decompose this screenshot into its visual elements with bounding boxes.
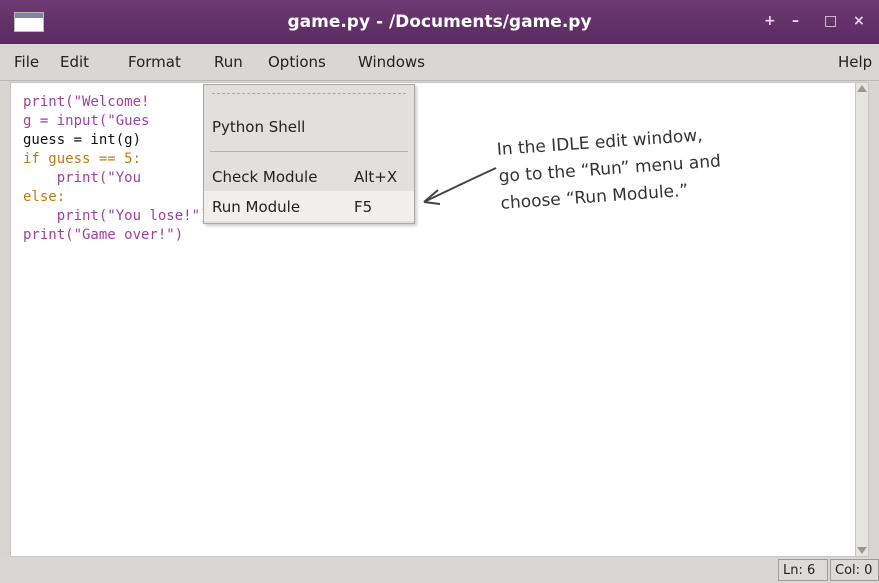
minimize-button[interactable]: – — [792, 13, 799, 29]
idle-editor-window: game.py - /Documents/game.py + – □ × Fil… — [0, 0, 879, 583]
code-line: print("You lose!") — [23, 208, 209, 224]
code-line: g = input("Gues — [23, 113, 150, 129]
close-button[interactable]: × — [853, 13, 865, 29]
menu-run[interactable]: Run — [214, 53, 243, 71]
tear-off-line[interactable] — [212, 93, 406, 94]
menu-windows[interactable]: Windows — [358, 53, 425, 71]
menu-file[interactable]: File — [14, 53, 39, 71]
menu-item-run-module[interactable]: Run Module F5 — [204, 191, 414, 221]
menu-item-label: Check Module — [212, 168, 318, 186]
menu-options[interactable]: Options — [268, 53, 326, 71]
code-line: else: — [23, 189, 66, 205]
window-title: game.py - /Documents/game.py — [287, 12, 592, 32]
menu-item-label: Python Shell — [212, 118, 306, 136]
maximize-button[interactable]: □ — [824, 13, 837, 29]
menu-item-label: Run Module — [212, 198, 301, 216]
status-column: Col: 0 — [830, 559, 879, 581]
scroll-up-icon[interactable] — [857, 85, 867, 92]
menu-item-shortcut: F5 — [354, 198, 373, 216]
code-line: if guess == 5: — [23, 151, 142, 167]
menu-item-python-shell[interactable]: Python Shell — [204, 111, 414, 141]
code-line: print("Game over!") — [23, 227, 184, 243]
menu-bar: File Edit Format Run Options Windows Hel… — [0, 44, 879, 81]
menu-item-shortcut: Alt+X — [354, 168, 398, 186]
status-line: Ln: 6 — [778, 559, 828, 581]
annotation-arrow-icon — [423, 167, 497, 205]
code-line: guess = int(g) — [23, 132, 142, 148]
menu-separator — [210, 151, 408, 152]
menu-format[interactable]: Format — [128, 53, 181, 71]
run-menu-dropdown: Python Shell Check Module Alt+X Run Modu… — [203, 84, 415, 224]
code-line: print("You — [23, 170, 142, 186]
code-line: print("Welcome! — [23, 94, 150, 110]
status-bar: Ln: 6 Col: 0 — [0, 557, 879, 583]
title-bar[interactable]: game.py - /Documents/game.py + – □ × — [0, 0, 879, 44]
vertical-scrollbar[interactable] — [855, 83, 868, 556]
menu-item-check-module[interactable]: Check Module Alt+X — [204, 161, 414, 191]
code-text[interactable]: print("Welcome! g = input("Gues guess = in… — [23, 93, 208, 245]
pin-button[interactable]: + — [764, 13, 776, 29]
menu-edit[interactable]: Edit — [60, 53, 89, 71]
scroll-down-icon[interactable] — [857, 547, 867, 554]
menu-help[interactable]: Help — [838, 53, 872, 71]
